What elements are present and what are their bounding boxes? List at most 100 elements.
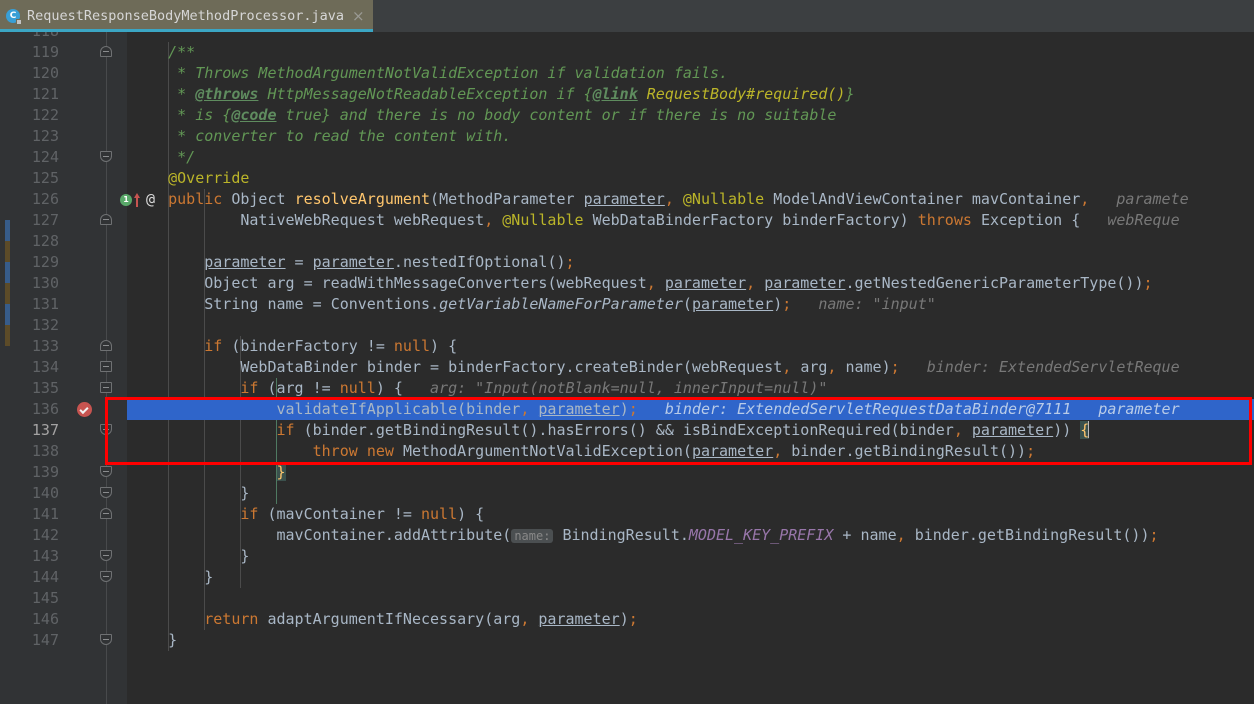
code-line[interactable]: } xyxy=(127,462,1254,483)
code-line[interactable] xyxy=(127,315,1254,336)
line-number[interactable]: 125 xyxy=(15,168,59,189)
editor-tab-requestresponsebodymethodprocessor[interactable]: C RequestResponseBodyMethodProcessor.jav… xyxy=(0,0,373,32)
code-line[interactable]: throw new MethodArgumentNotValidExceptio… xyxy=(127,441,1254,462)
code-line[interactable]: * @throws HttpMessageNotReadableExceptio… xyxy=(127,84,1254,105)
line-number[interactable]: 143 xyxy=(15,546,59,567)
debugger-value-hint: webReque xyxy=(1080,211,1179,229)
code-line[interactable]: WebDataBinder binder = binderFactory.cre… xyxy=(127,357,1254,378)
vcs-change-marker[interactable] xyxy=(5,283,10,304)
fold-marker[interactable] xyxy=(100,462,113,483)
line-number[interactable]: 127 xyxy=(15,210,59,231)
fold-marker[interactable] xyxy=(100,357,113,378)
vcs-change-marker[interactable] xyxy=(5,220,10,241)
line-number[interactable]: 134 xyxy=(15,357,59,378)
line-number[interactable]: 126 xyxy=(15,189,59,210)
code-line[interactable]: String name = Conventions.getVariableNam… xyxy=(127,294,1254,315)
code-line[interactable]: if (arg != null) { arg: "Input(notBlank=… xyxy=(127,378,1254,399)
code-line[interactable] xyxy=(127,32,1254,42)
fold-marker[interactable] xyxy=(100,147,113,168)
java-annotation: @Nullable xyxy=(502,211,583,229)
line-number[interactable]: 122 xyxy=(15,105,59,126)
code-line[interactable]: * converter to read the content with. xyxy=(127,126,1254,147)
code-line[interactable]: @Override xyxy=(127,168,1254,189)
line-number[interactable]: 129 xyxy=(15,252,59,273)
code-line[interactable]: } xyxy=(127,546,1254,567)
code-line[interactable]: NativeWebRequest webRequest, @Nullable W… xyxy=(127,210,1254,231)
line-number[interactable]: 130 xyxy=(15,273,59,294)
line-number[interactable]: 139 xyxy=(15,462,59,483)
java-keyword: if xyxy=(277,421,295,439)
punctuation: ; xyxy=(1026,442,1035,460)
fold-marker[interactable] xyxy=(100,546,113,567)
identifier: ModelAndViewContainer xyxy=(773,190,963,208)
line-number[interactable]: 142 xyxy=(15,525,59,546)
line-number[interactable]: 131 xyxy=(15,294,59,315)
fold-marker[interactable] xyxy=(100,567,113,588)
identifier: getBindingResult xyxy=(376,421,521,439)
fold-marker[interactable] xyxy=(100,210,113,231)
code-line[interactable]: validateIfApplicable(binder, parameter);… xyxy=(127,399,1254,420)
line-number[interactable]: 135 xyxy=(15,378,59,399)
javadoc-tag: @throws xyxy=(195,85,258,103)
vcs-change-marker[interactable] xyxy=(5,325,10,346)
line-number[interactable]: 140 xyxy=(15,483,59,504)
java-annotation: @Override xyxy=(168,169,249,187)
fold-marker[interactable] xyxy=(100,420,113,441)
code-line[interactable]: * is {@code true} and there is no body c… xyxy=(127,105,1254,126)
identifier: binder xyxy=(791,442,845,460)
line-number[interactable]: 146 xyxy=(15,609,59,630)
line-number[interactable]: 123 xyxy=(15,126,59,147)
code-line[interactable]: if (binder.getBindingResult().hasErrors(… xyxy=(127,420,1254,441)
code-line[interactable]: parameter = parameter.nestedIfOptional()… xyxy=(127,252,1254,273)
line-number[interactable]: 138 xyxy=(15,441,59,462)
code-line[interactable]: */ xyxy=(127,147,1254,168)
debugger-value-hint: binder: ExtendedServletReque xyxy=(900,358,1180,376)
vcs-change-marker[interactable] xyxy=(5,304,10,325)
code-line[interactable]: if (mavContainer != null) { xyxy=(127,504,1254,525)
line-number[interactable]: 120 xyxy=(15,63,59,84)
fold-marker[interactable] xyxy=(100,483,113,504)
fold-marker[interactable] xyxy=(100,378,113,399)
line-number[interactable]: 136 xyxy=(15,399,59,420)
line-number[interactable]: 133 xyxy=(15,336,59,357)
identifier: name xyxy=(267,295,303,313)
code-line[interactable]: } xyxy=(127,567,1254,588)
close-icon[interactable]: × xyxy=(350,9,365,24)
line-number[interactable]: 144 xyxy=(15,567,59,588)
fold-marker[interactable] xyxy=(100,630,113,651)
vcs-change-marker[interactable] xyxy=(5,241,10,262)
code-surface[interactable]: } /** * Throws MethodArgumentNotValidExc… xyxy=(127,32,1254,704)
line-number[interactable]: 119 xyxy=(15,42,59,63)
line-number[interactable]: 132 xyxy=(15,315,59,336)
line-number[interactable]: 124 xyxy=(15,147,59,168)
line-number[interactable]: 147 xyxy=(15,630,59,651)
code-line[interactable]: } xyxy=(127,630,1254,651)
breakpoint-verified-icon[interactable] xyxy=(77,402,92,417)
line-number[interactable]: 121 xyxy=(15,84,59,105)
code-line[interactable]: if (binderFactory != null) { xyxy=(127,336,1254,357)
code-editor[interactable]: 1181191201211221231241251261271281291301… xyxy=(0,32,1254,704)
vcs-change-marker[interactable] xyxy=(5,262,10,283)
code-line[interactable]: Object arg = readWithMessageConverters(w… xyxy=(127,273,1254,294)
code-line[interactable]: } xyxy=(127,483,1254,504)
line-number[interactable]: 137 xyxy=(15,420,59,441)
code-line[interactable]: * Throws MethodArgumentNotValidException… xyxy=(127,63,1254,84)
fold-marker[interactable] xyxy=(100,42,113,63)
punctuation: , xyxy=(520,610,529,628)
java-keyword: throw xyxy=(313,442,358,460)
fold-marker[interactable] xyxy=(100,504,113,525)
code-line[interactable]: /** xyxy=(127,42,1254,63)
line-number[interactable]: 118 xyxy=(15,32,59,42)
code-line[interactable] xyxy=(127,231,1254,252)
code-line[interactable] xyxy=(127,588,1254,609)
code-line[interactable]: mavContainer.addAttribute(name: BindingR… xyxy=(127,525,1254,546)
javadoc-tag: @link xyxy=(593,85,638,103)
line-number[interactable]: 141 xyxy=(15,504,59,525)
line-number[interactable]: 128 xyxy=(15,231,59,252)
editor-gutter[interactable]: 1181191201211221231241251261271281291301… xyxy=(5,32,127,704)
line-number[interactable]: 145 xyxy=(15,588,59,609)
fold-marker[interactable] xyxy=(100,336,113,357)
code-line[interactable]: public Object resolveArgument(MethodPara… xyxy=(127,189,1254,210)
code-line[interactable]: return adaptArgumentIfNecessary(arg, par… xyxy=(127,609,1254,630)
identifier: name xyxy=(845,358,881,376)
